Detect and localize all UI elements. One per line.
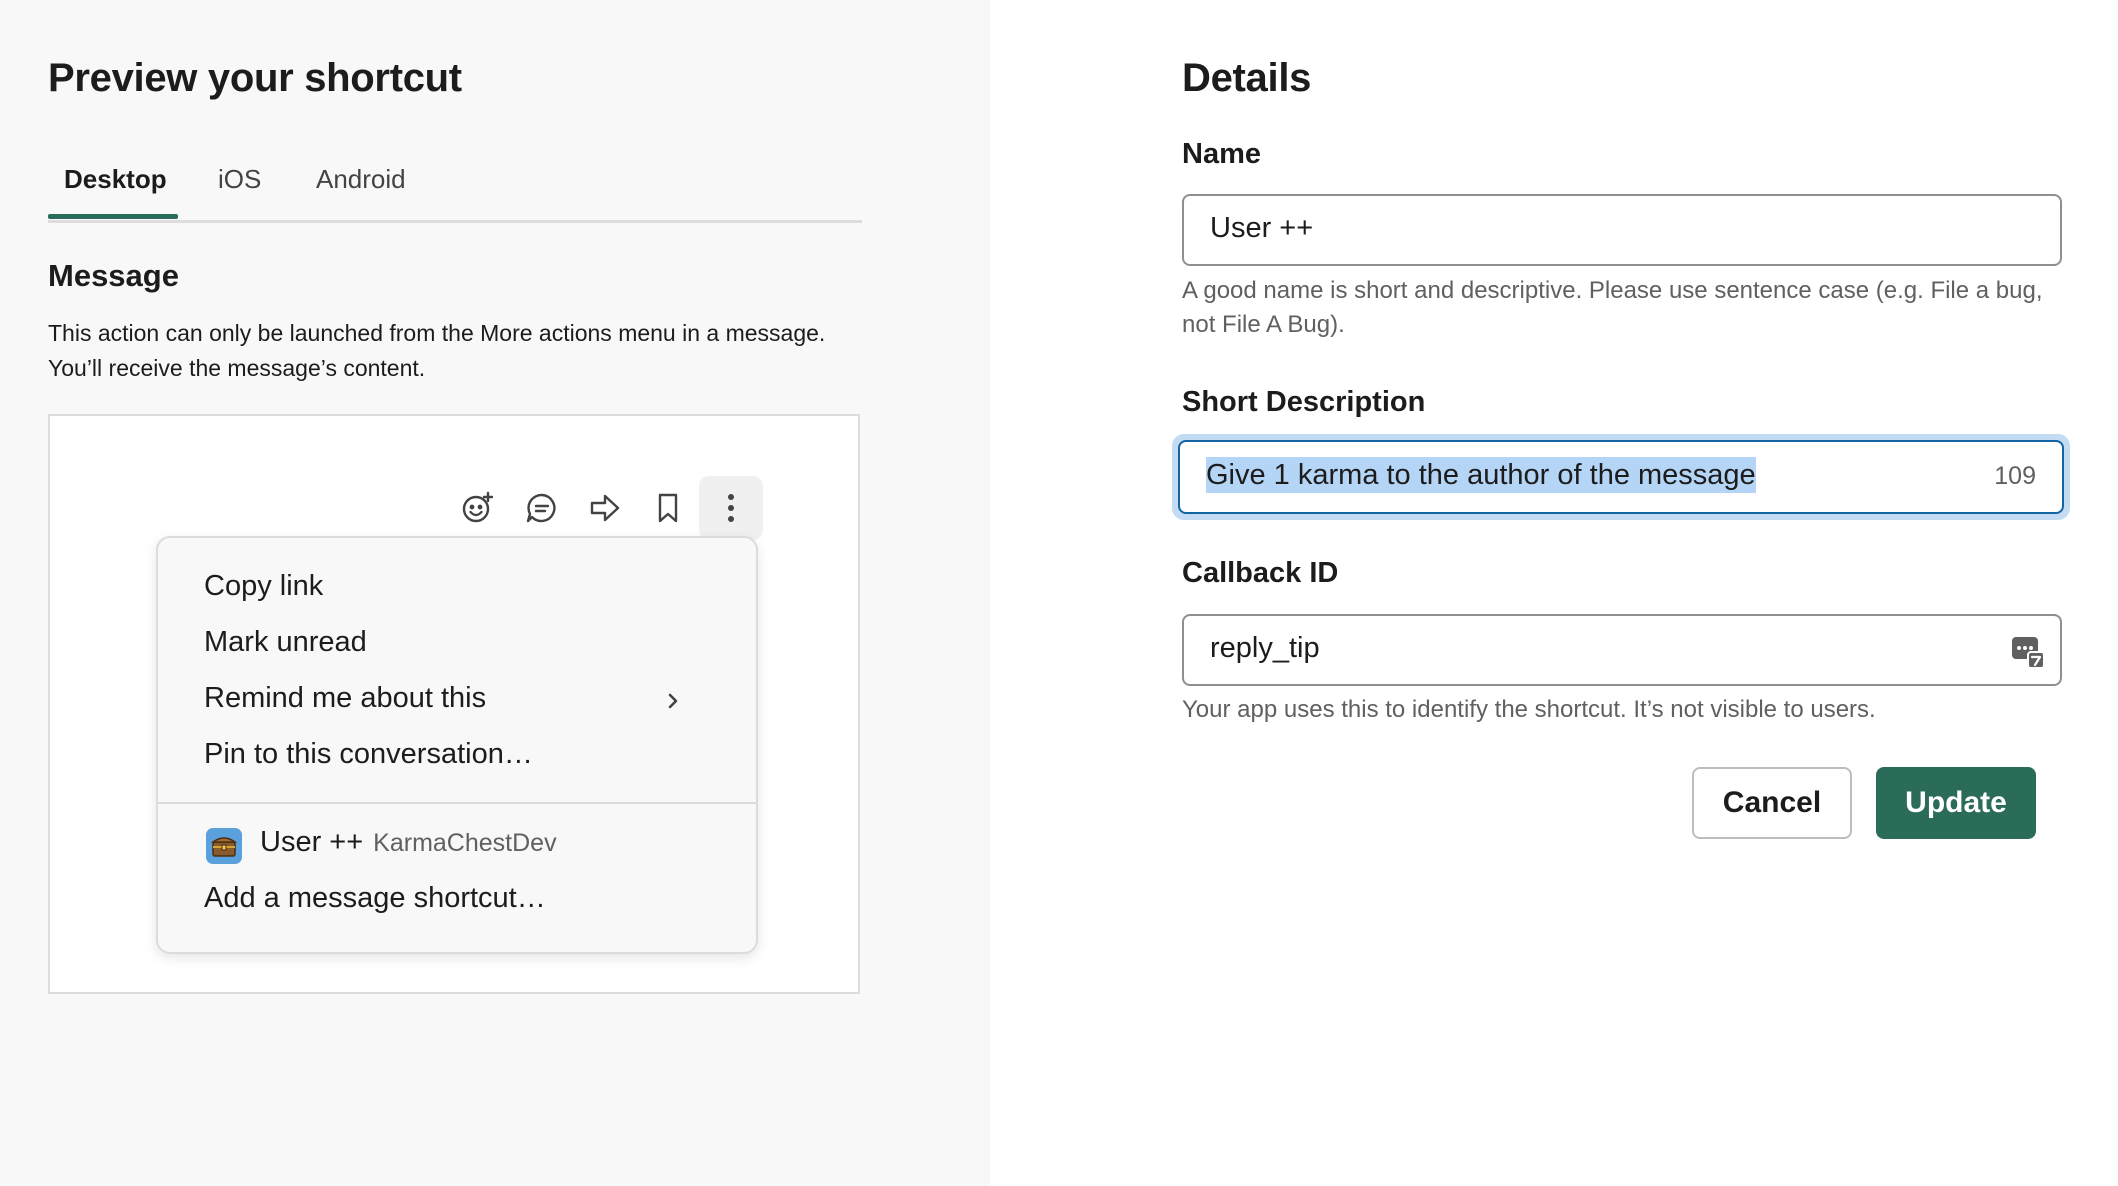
more-actions-icon[interactable] (699, 476, 763, 540)
treasure-chest-icon (206, 828, 242, 864)
more-actions-menu: Copy link Mark unread Remind me about th… (156, 536, 758, 954)
add-reaction-icon[interactable] (446, 476, 510, 540)
update-button[interactable]: Update (1876, 767, 2036, 839)
section-description: This action can only be launched from th… (48, 316, 878, 386)
menu-item-mark-unread[interactable]: Mark unread (204, 626, 367, 659)
preview-panel: Preview your shortcut Desktop iOS Androi… (0, 0, 990, 1186)
menu-item-remind-me[interactable]: Remind me about this (204, 682, 486, 715)
cancel-button[interactable]: Cancel (1692, 767, 1852, 839)
chevron-right-icon (666, 690, 680, 717)
callback-id-value: reply_tip (1210, 632, 1320, 664)
short-description-value: Give 1 karma to the author of the messag… (1206, 457, 1756, 493)
callback-id-hint: Your app uses this to identify the short… (1182, 696, 1876, 723)
share-icon[interactable] (573, 476, 637, 540)
character-counter: 109 (1994, 462, 2036, 490)
short-description-label: Short Description (1182, 386, 1426, 418)
menu-item-add-shortcut[interactable]: Add a message shortcut… (204, 882, 546, 915)
bookmark-icon[interactable] (636, 476, 700, 540)
callback-id-input[interactable]: reply_tip (1182, 614, 2062, 686)
selected-text: Give 1 karma to the author of the messag… (1206, 457, 1756, 493)
description-line: This action can only be launched from th… (48, 320, 826, 346)
autofill-suggestion-icon[interactable] (2010, 634, 2046, 675)
menu-item-pin[interactable]: Pin to this conversation… (204, 738, 533, 771)
message-preview-box: Copy link Mark unread Remind me about th… (48, 414, 860, 994)
menu-divider (158, 802, 756, 804)
callback-id-label: Callback ID (1182, 557, 1339, 589)
section-title: Message (48, 258, 179, 293)
tab-android[interactable]: Android (316, 164, 406, 195)
reply-in-thread-icon[interactable] (510, 476, 574, 540)
tab-desktop[interactable]: Desktop (64, 164, 167, 195)
short-description-input[interactable]: Give 1 karma to the author of the messag… (1178, 440, 2064, 514)
name-hint: A good name is short and descriptive. Pl… (1182, 277, 2043, 338)
details-title: Details (1182, 56, 1312, 100)
tab-ios[interactable]: iOS (218, 164, 261, 195)
name-input-value: User ++ (1210, 212, 1314, 244)
app-developer: KarmaChestDev (373, 829, 557, 857)
app-shortcut-name: User ++ (260, 826, 364, 858)
details-panel: Details Name User ++ A good name is shor… (990, 0, 2118, 1186)
menu-item-copy-link[interactable]: Copy link (204, 570, 323, 603)
description-line: You’ll receive the message’s content. (48, 355, 426, 381)
name-label: Name (1182, 138, 1261, 170)
name-input[interactable]: User ++ (1182, 194, 2062, 266)
preview-title: Preview your shortcut (48, 56, 462, 100)
active-tab-indicator (48, 214, 178, 219)
platform-tabs: Desktop iOS Android (48, 158, 862, 223)
app-shortcut-item[interactable]: User ++ KarmaChestDev (260, 826, 557, 859)
